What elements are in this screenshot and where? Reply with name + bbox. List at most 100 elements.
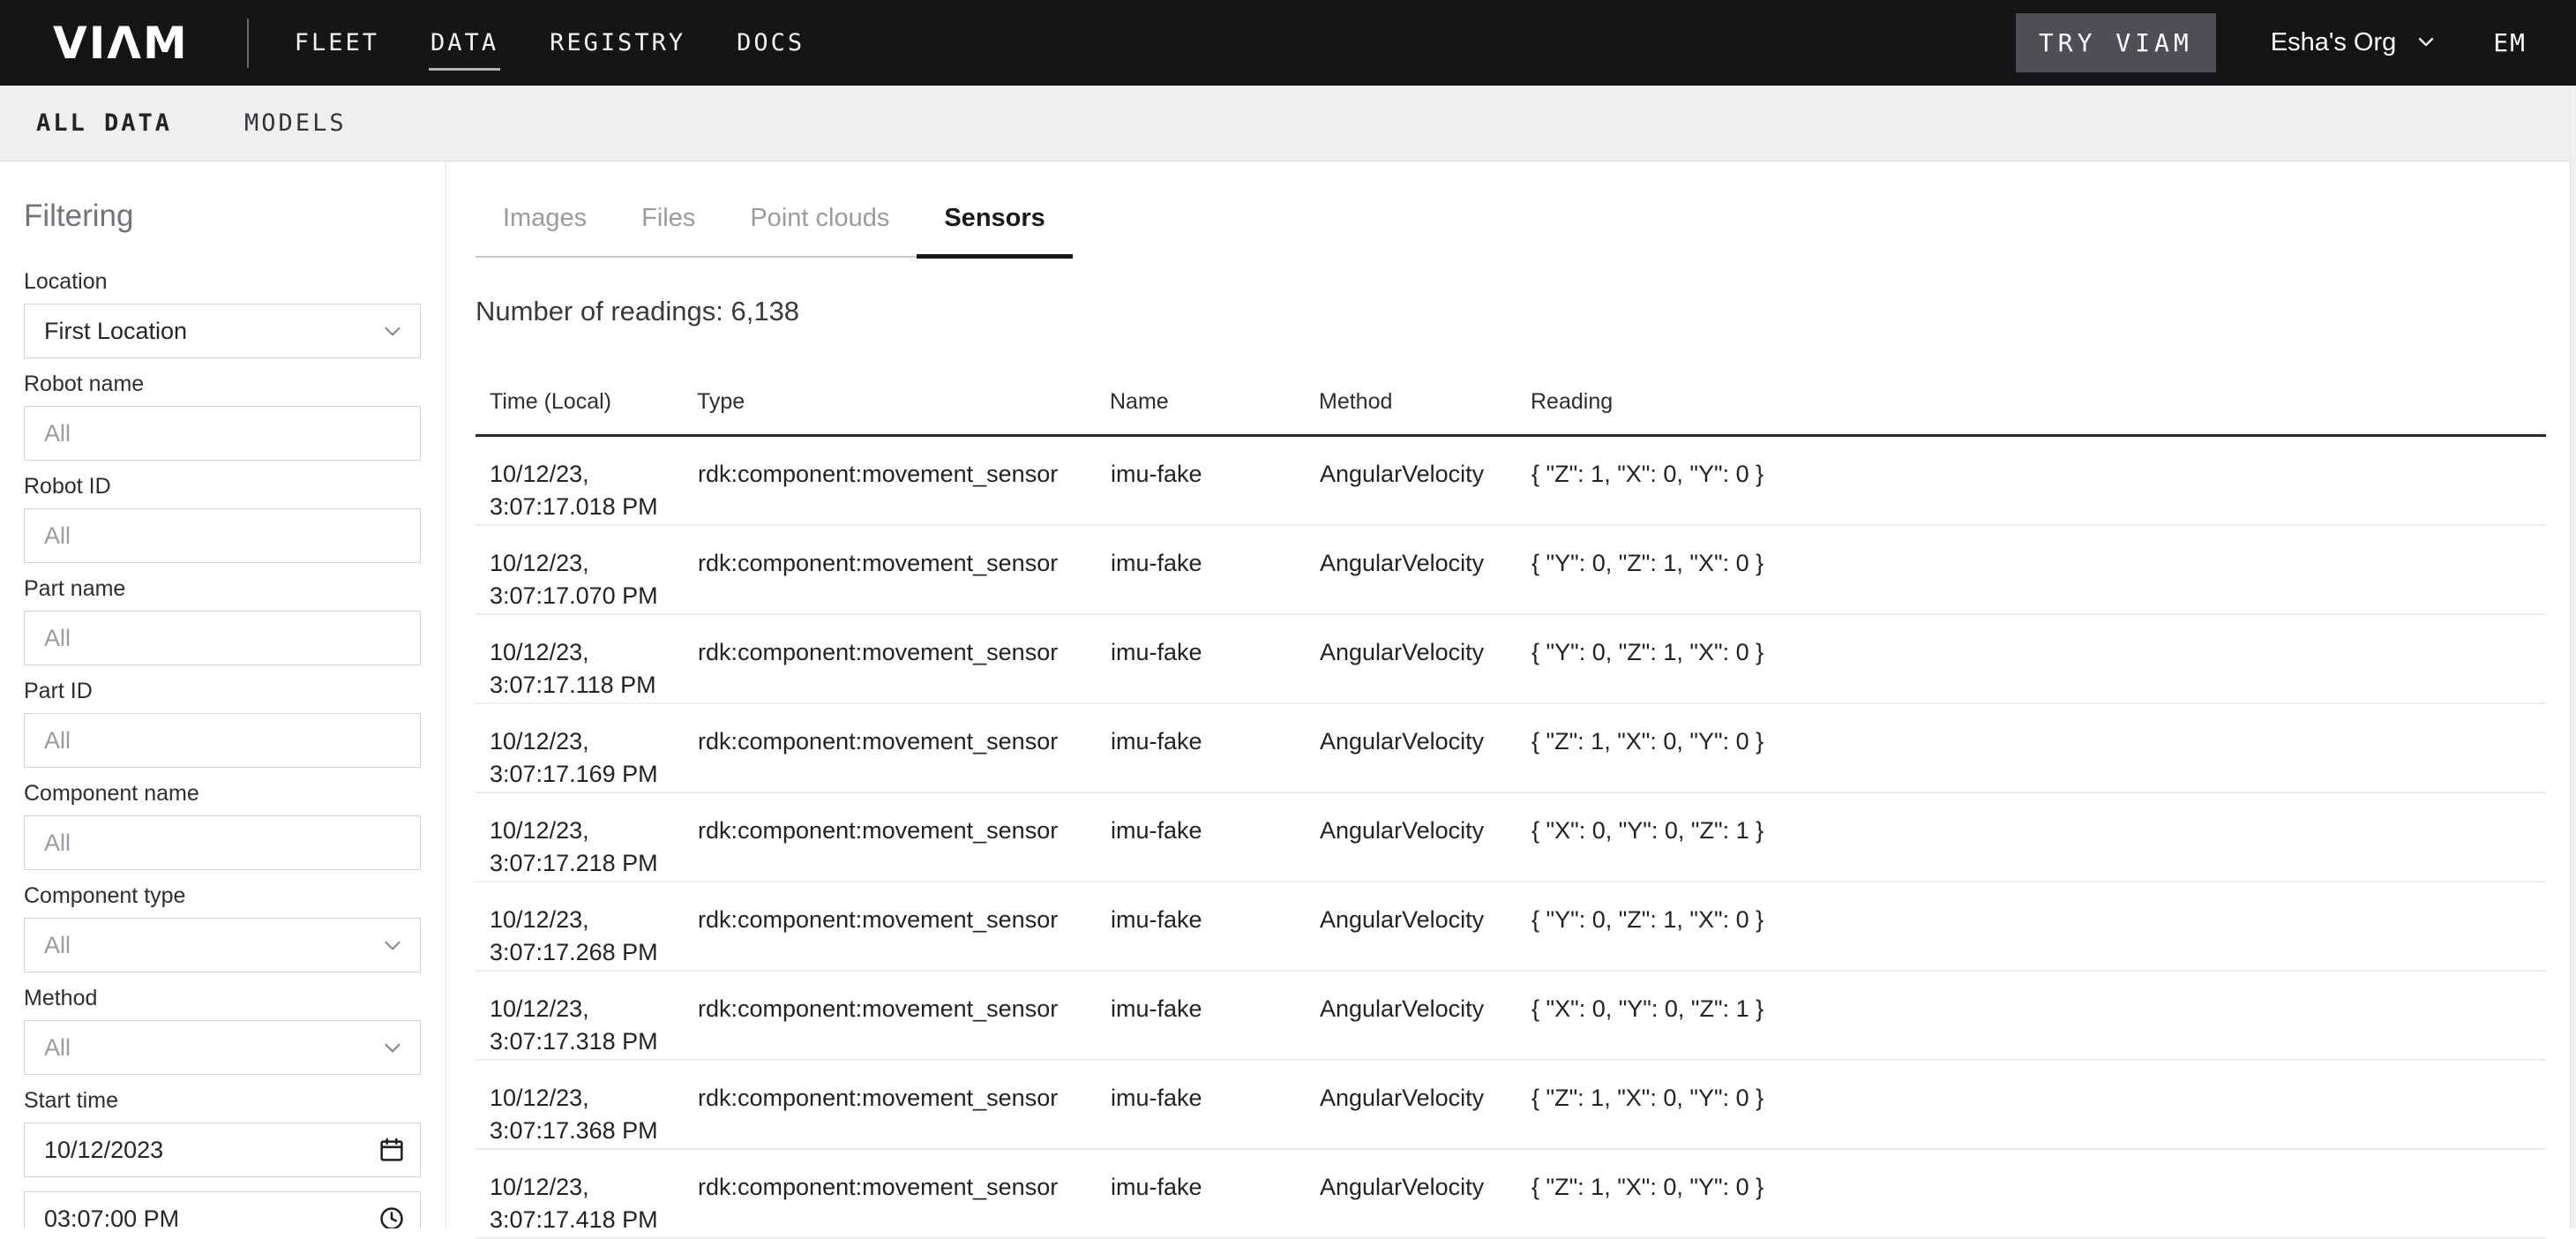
nav-item-registry[interactable]: REGISTRY — [550, 0, 685, 86]
cell-name: imu-fake — [1110, 792, 1319, 882]
top-navbar: VIΛM FLEET DATA REGISTRY DOCS TRY VIAM E… — [0, 0, 2576, 86]
cell-time: 10/12/23, 3:07:17.118 PM — [476, 614, 697, 703]
tab-images[interactable]: Images — [476, 203, 614, 256]
column-header-type: Type — [697, 389, 1110, 436]
cell-reading: { "X": 0, "Y": 0, "Z": 1 } — [1531, 792, 2546, 882]
cell-name: imu-fake — [1110, 436, 1319, 526]
cell-time: 10/12/23, 3:07:17.218 PM — [476, 792, 697, 882]
scrollbar-track[interactable] — [2570, 86, 2576, 1228]
table-header: Time (Local) Type Name Method Reading — [476, 389, 2546, 436]
org-name: Esha's Org — [2271, 28, 2397, 57]
cell-reading: { "Z": 1, "X": 0, "Y": 0 } — [1531, 1060, 2546, 1149]
clock-icon[interactable] — [378, 1205, 406, 1228]
cell-time-clock: 3:07:17.218 PM — [490, 847, 696, 880]
location-field: Location First Location — [24, 269, 421, 358]
tab-files[interactable]: Files — [614, 203, 723, 256]
component-name-label: Component name — [24, 781, 421, 806]
cell-method: AngularVelocity — [1319, 792, 1531, 882]
primary-nav: FLEET DATA REGISTRY DOCS — [295, 0, 805, 86]
cell-type: rdk:component:movement_sensor — [697, 971, 1110, 1060]
cell-reading: { "Y": 0, "Z": 1, "X": 0 } — [1531, 882, 2546, 971]
chevron-down-icon — [379, 318, 406, 344]
table-row: 10/12/23, 3:07:17.268 PM rdk:component:m… — [476, 882, 2546, 971]
location-select[interactable]: First Location — [24, 304, 421, 358]
user-menu[interactable]: EM — [2493, 28, 2527, 57]
table-row: 10/12/23, 3:07:17.169 PM rdk:component:m… — [476, 703, 2546, 792]
column-header-method: Method — [1319, 389, 1531, 436]
table-row: 10/12/23, 3:07:17.318 PM rdk:component:m… — [476, 971, 2546, 1060]
robot-id-field: Robot ID — [24, 474, 421, 563]
component-name-input[interactable] — [24, 815, 421, 870]
cell-time-date: 10/12/23, — [490, 993, 696, 1025]
cell-type: rdk:component:movement_sensor — [697, 882, 1110, 971]
component-type-field: Component type All — [24, 883, 421, 972]
cell-type: rdk:component:movement_sensor — [697, 614, 1110, 703]
cell-time-clock: 3:07:17.318 PM — [490, 1025, 696, 1058]
chevron-down-icon — [2414, 26, 2438, 61]
cell-method: AngularVelocity — [1319, 1060, 1531, 1149]
readings-count: Number of readings: 6,138 — [476, 295, 2576, 327]
nav-item-docs[interactable]: DOCS — [737, 0, 805, 86]
cell-reading: { "Y": 0, "Z": 1, "X": 0 } — [1531, 614, 2546, 703]
subnav-item-all-data[interactable]: ALL DATA — [36, 109, 172, 137]
cell-time: 10/12/23, 3:07:17.169 PM — [476, 703, 697, 792]
cell-time-clock: 3:07:17.368 PM — [490, 1115, 696, 1147]
cell-type: rdk:component:movement_sensor — [697, 1060, 1110, 1149]
filtering-title: Filtering — [24, 199, 421, 234]
start-time-input[interactable]: 03:07:00 PM — [24, 1191, 421, 1228]
column-header-reading: Reading — [1531, 389, 2546, 436]
start-date-input[interactable]: 10/12/2023 — [24, 1123, 421, 1177]
part-id-label: Part ID — [24, 679, 421, 703]
topnav-right-group: TRY VIAM Esha's Org EM — [2016, 13, 2539, 72]
tab-sensors[interactable]: Sensors — [917, 203, 1072, 256]
cell-method: AngularVelocity — [1319, 525, 1531, 614]
cell-reading: { "Y": 0, "Z": 1, "X": 0 } — [1531, 525, 2546, 614]
method-field: Method All — [24, 986, 421, 1075]
cell-name: imu-fake — [1110, 971, 1319, 1060]
component-type-label: Component type — [24, 883, 421, 908]
start-time-value: 03:07:00 PM — [44, 1205, 378, 1229]
viam-logo[interactable]: VIΛM — [53, 21, 189, 65]
cell-type: rdk:component:movement_sensor — [697, 525, 1110, 614]
cell-time-date: 10/12/23, — [490, 636, 696, 669]
cell-method: AngularVelocity — [1319, 703, 1531, 792]
table-row: 10/12/23, 3:07:17.018 PM rdk:component:m… — [476, 436, 2546, 526]
filter-sidebar: Filtering Location First Location Robot … — [0, 161, 446, 1228]
component-type-select[interactable]: All — [24, 918, 421, 972]
cell-method: AngularVelocity — [1319, 614, 1531, 703]
cell-time-clock: 3:07:17.018 PM — [490, 491, 696, 523]
robot-name-input[interactable] — [24, 406, 421, 461]
cell-name: imu-fake — [1110, 703, 1319, 792]
data-type-tabs: Images Files Point clouds Sensors — [476, 203, 1073, 258]
robot-id-input[interactable] — [24, 508, 421, 563]
tab-point-clouds[interactable]: Point clouds — [723, 203, 917, 256]
org-switcher[interactable]: Esha's Org — [2271, 26, 2439, 61]
part-name-input[interactable] — [24, 611, 421, 665]
cell-reading: { "Z": 1, "X": 0, "Y": 0 } — [1531, 436, 2546, 526]
start-date-value: 10/12/2023 — [44, 1137, 378, 1164]
location-select-value: First Location — [44, 318, 379, 345]
method-label: Method — [24, 986, 421, 1010]
cell-time: 10/12/23, 3:07:17.018 PM — [476, 436, 697, 526]
nav-item-fleet[interactable]: FLEET — [295, 0, 379, 86]
data-content: Images Files Point clouds Sensors Number… — [446, 161, 2576, 1228]
robot-name-label: Robot name — [24, 372, 421, 396]
nav-item-data[interactable]: DATA — [431, 0, 498, 86]
chevron-down-icon — [379, 932, 406, 958]
cell-time-date: 10/12/23, — [490, 1082, 696, 1115]
part-id-input[interactable] — [24, 713, 421, 768]
cell-type: rdk:component:movement_sensor — [697, 703, 1110, 792]
subnav-item-models[interactable]: MODELS — [244, 109, 347, 137]
method-select[interactable]: All — [24, 1020, 421, 1075]
calendar-icon[interactable] — [378, 1136, 406, 1164]
column-header-name: Name — [1110, 389, 1319, 436]
cell-name: imu-fake — [1110, 1060, 1319, 1149]
cell-time-clock: 3:07:17.118 PM — [490, 669, 696, 702]
cell-type: rdk:component:movement_sensor — [697, 792, 1110, 882]
viam-data-page: { "theme": { "topnav_bg": "#151517", "tr… — [0, 0, 2576, 1228]
try-viam-button[interactable]: TRY VIAM — [2016, 13, 2216, 72]
cell-time-date: 10/12/23, — [490, 458, 696, 491]
cell-type: rdk:component:movement_sensor — [697, 436, 1110, 526]
cell-method: AngularVelocity — [1319, 1149, 1531, 1238]
cell-time-date: 10/12/23, — [490, 815, 696, 847]
